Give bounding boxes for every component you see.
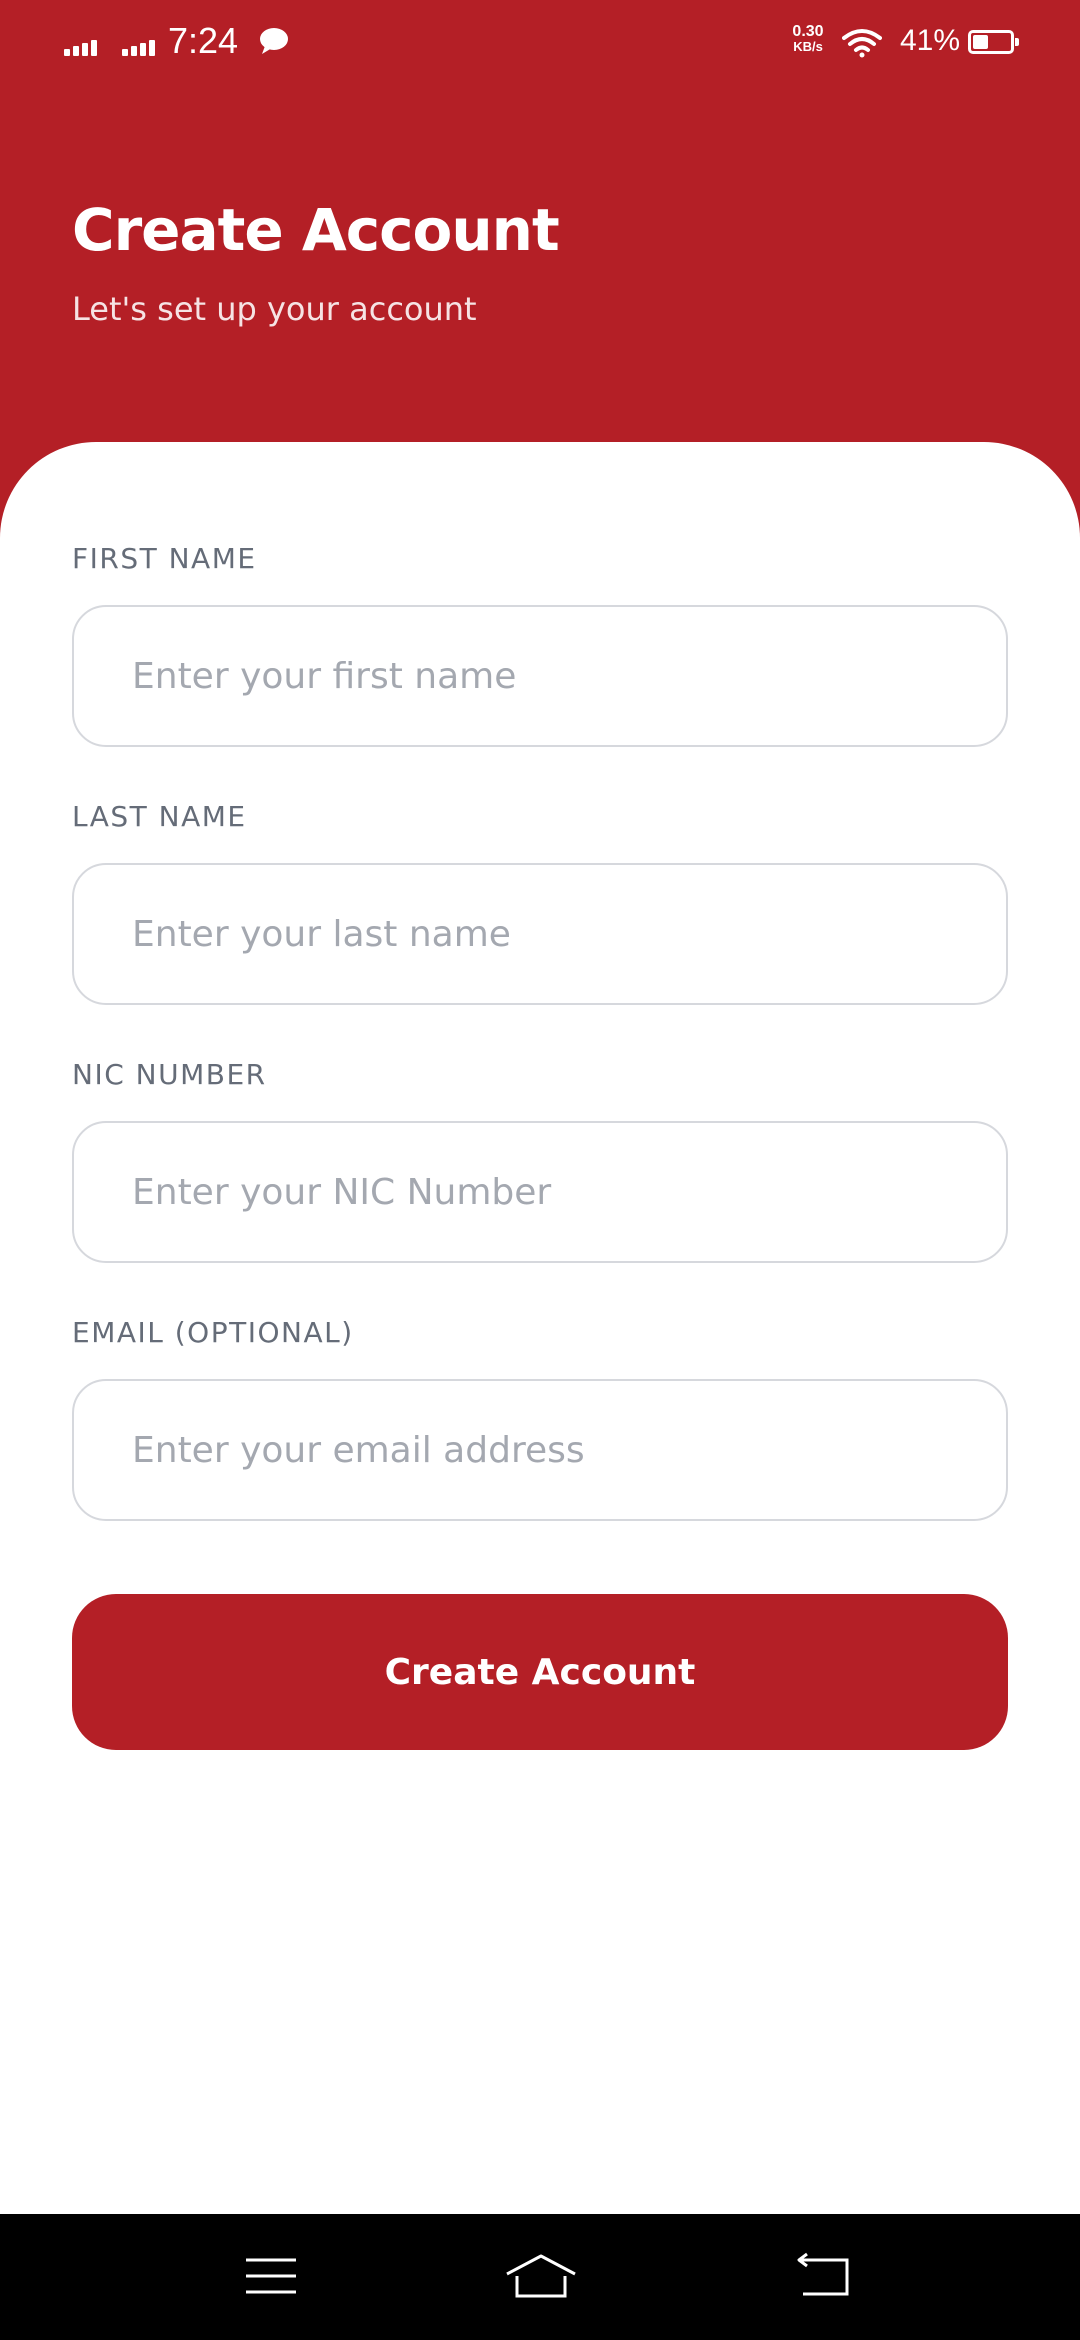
last-name-label: LAST NAME [72, 800, 247, 833]
signal-icon [64, 34, 97, 56]
home-icon[interactable] [496, 2236, 586, 2316]
back-icon[interactable] [778, 2236, 868, 2316]
page-subtitle: Let's set up your account [72, 290, 477, 328]
status-bar: 7:24 0.30 KB/s 41% [0, 0, 1080, 90]
battery-icon [968, 30, 1019, 54]
network-speed-unit: KB/s [793, 39, 823, 54]
battery-percent: 41% [900, 24, 961, 57]
battery-nub [1015, 38, 1019, 46]
system-nav-bar [0, 2214, 1080, 2340]
network-speed: 0.30 KB/s [786, 23, 830, 55]
nic-number-input[interactable] [72, 1121, 1008, 1263]
last-name-input[interactable] [72, 863, 1008, 1005]
menu-icon[interactable] [226, 2236, 316, 2316]
page-title: Create Account [72, 196, 560, 264]
create-account-button[interactable]: Create Account [72, 1594, 1008, 1750]
message-icon [258, 26, 290, 60]
email-label: EMAIL (OPTIONAL) [72, 1316, 354, 1349]
network-speed-value: 0.30 [792, 23, 824, 40]
status-time: 7:24 [168, 20, 239, 61]
first-name-input[interactable] [72, 605, 1008, 747]
form-card: FIRST NAME LAST NAME NIC NUMBER EMAIL (O… [0, 442, 1080, 2214]
first-name-label: FIRST NAME [72, 542, 257, 575]
email-input[interactable] [72, 1379, 1008, 1521]
signal-icon [122, 34, 155, 56]
battery-fill [973, 35, 988, 49]
wifi-icon [842, 28, 882, 62]
nic-number-label: NIC NUMBER [72, 1058, 267, 1091]
